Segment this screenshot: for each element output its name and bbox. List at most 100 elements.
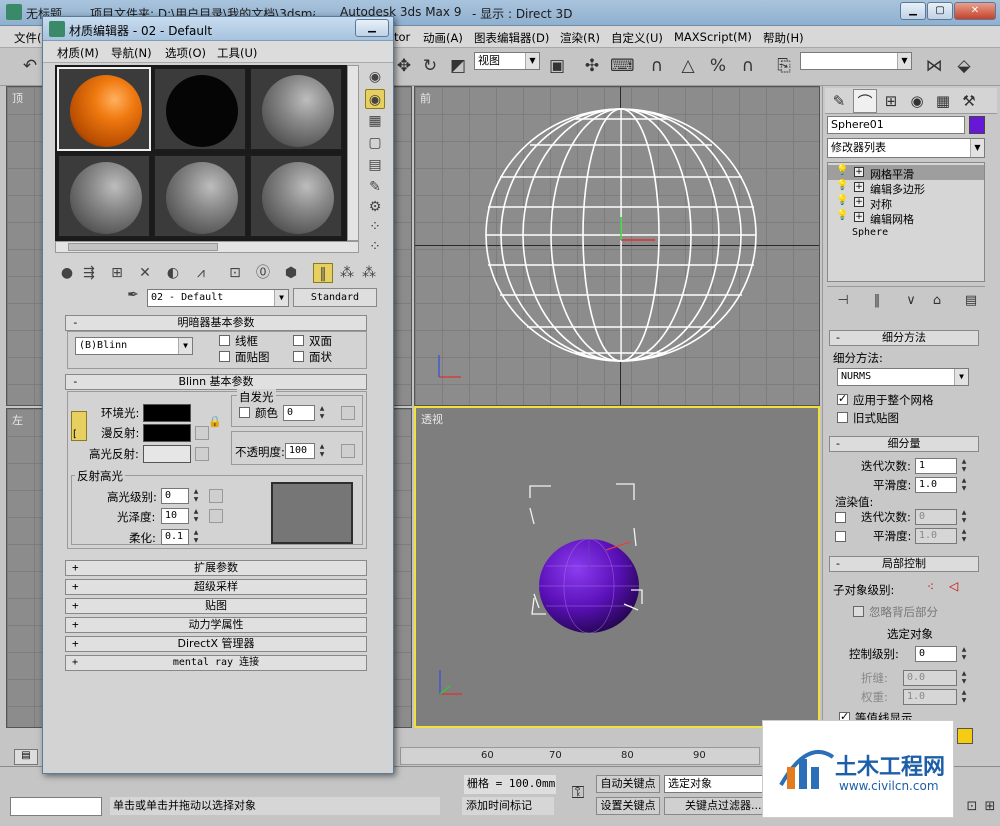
ambient-color-swatch[interactable] — [143, 404, 191, 422]
mated-menu-navigation[interactable]: 导航(N) — [111, 45, 152, 61]
keyframe-color-swatch[interactable] — [957, 728, 973, 744]
maximize-viewport-icon[interactable]: ⊞ — [978, 795, 1000, 819]
control-level-spinner[interactable]: 0 — [915, 646, 957, 662]
rollout-extended-params[interactable]: + 扩展参数 — [65, 560, 367, 576]
trackbar-toggle-icon[interactable]: ▤ — [14, 749, 38, 765]
render-smoothness-spinner-arrows[interactable]: ▲ ▼ — [959, 528, 969, 544]
make-unique-icon[interactable]: ∨ — [899, 289, 923, 313]
glossiness-spinner-arrows[interactable]: ▲ ▼ — [191, 508, 201, 524]
pivot-icon[interactable]: ▣ — [545, 54, 569, 78]
align-icon[interactable]: ⬙ — [952, 54, 976, 78]
lightbulb-icon[interactable]: 💡 — [836, 180, 848, 191]
add-time-tag-button[interactable]: 添加时间标记 — [462, 797, 554, 815]
self-illum-color-checkbox[interactable] — [239, 407, 250, 418]
pick-material-eyedropper-icon[interactable]: ✒ — [123, 285, 143, 305]
glossiness-spinner[interactable]: 10 — [161, 508, 189, 524]
put-to-scene-icon[interactable]: ⇶ — [79, 263, 99, 283]
mated-menu-utilities[interactable]: 工具(U) — [217, 45, 257, 61]
keyboard-shortcut-icon[interactable]: ⌨ — [610, 54, 635, 78]
menu-customize[interactable]: 自定义(U) — [611, 30, 663, 46]
mirror-icon[interactable]: ⋈ — [922, 54, 946, 78]
lightbulb-icon[interactable]: 💡 — [836, 165, 848, 176]
material-type-button[interactable]: Standard — [293, 288, 377, 307]
expand-icon[interactable]: + — [854, 182, 864, 192]
menu-help[interactable]: 帮助(H) — [763, 30, 804, 46]
rotate-icon[interactable]: ↻ — [418, 54, 442, 78]
sample-slot[interactable] — [57, 154, 151, 238]
expand-icon[interactable]: + — [854, 212, 864, 222]
spinner-snap-icon[interactable]: ∩ — [736, 54, 760, 78]
video-color-check-icon[interactable]: ▤ — [365, 155, 385, 175]
lock-icon[interactable]: 🔒 — [208, 415, 222, 428]
expand-icon[interactable]: + — [854, 167, 864, 177]
apply-whole-mesh-checkbox[interactable] — [837, 392, 848, 405]
edge-sublevel-icon[interactable]: ◁ — [949, 579, 958, 593]
specular-map-button[interactable] — [195, 447, 209, 461]
self-illum-spinner-arrows[interactable]: ▲ ▼ — [317, 405, 327, 421]
material-name-field[interactable]: 02 - Default ▼ — [147, 289, 289, 307]
rollout-maps[interactable]: + 贴图 — [65, 598, 367, 614]
modifier-list-dropdown[interactable]: 修改器列表 ▼ — [827, 138, 985, 158]
utilities-tab-icon[interactable]: ⚒ — [957, 89, 981, 113]
material-effects-channel-icon[interactable]: ⓪ — [253, 263, 273, 283]
key-selection-dropdown[interactable]: 选定对象 — [664, 775, 764, 793]
background-icon[interactable]: ▦ — [365, 111, 385, 131]
sample-slot[interactable] — [153, 67, 247, 151]
self-illum-spinner[interactable]: 0 — [283, 405, 315, 421]
motion-tab-icon[interactable]: ◉ — [905, 89, 929, 113]
menu-rendering[interactable]: 渲染(R) — [560, 30, 600, 46]
undo-icon[interactable]: ↶ — [18, 54, 42, 78]
key-mode-icon[interactable]: ⚿ — [566, 781, 590, 805]
percent-snap-icon[interactable]: % — [706, 54, 730, 78]
modifier-stack-row[interactable]: 💡 + 编辑网格 — [828, 210, 984, 226]
weight-spinner[interactable]: 1.0 — [903, 689, 957, 705]
weight-spinner-arrows[interactable]: ▲ ▼ — [959, 689, 969, 705]
smoothness-spinner[interactable]: 1.0 — [915, 477, 957, 493]
rollout-subdiv-amount[interactable]: - 细分量 — [829, 436, 979, 452]
options-icon[interactable]: ⚙ — [365, 197, 385, 217]
lightbulb-icon[interactable]: 💡 — [836, 195, 848, 206]
select-by-material-icon[interactable]: ⁘ — [365, 217, 385, 237]
modifier-stack-row[interactable]: 💡 + 对称 — [828, 195, 984, 211]
show-map-in-viewport-icon[interactable]: ⬢ — [281, 263, 301, 283]
specular-level-spinner-arrows[interactable]: ▲ ▼ — [191, 488, 201, 504]
smoothness-spinner-arrows[interactable]: ▲ ▼ — [959, 477, 969, 493]
sample-uv-tiling-icon[interactable]: ▢ — [365, 133, 385, 153]
sample-slot[interactable] — [57, 67, 151, 151]
put-to-library-icon[interactable]: ⊡ — [225, 263, 245, 283]
modifier-stack-row[interactable]: 💡 + 网格平滑 — [828, 165, 984, 181]
render-iterations-checkbox[interactable] — [835, 512, 846, 523]
go-to-parent-icon[interactable]: ⁂ — [337, 263, 357, 283]
rollout-subdiv-method[interactable]: - 细分方法 — [829, 330, 979, 346]
wire-checkbox[interactable] — [219, 335, 230, 346]
reset-map-icon[interactable]: ✕ — [135, 263, 155, 283]
opacity-spinner-arrows[interactable]: ▲ ▼ — [317, 443, 327, 459]
viewport-front[interactable]: 前 — [414, 86, 820, 406]
ignore-backfacing-checkbox[interactable] — [853, 606, 864, 617]
angle-snap-icon[interactable]: △ — [676, 54, 700, 78]
show-end-result-icon[interactable]: ‖ — [313, 263, 333, 283]
move-icon[interactable]: ✥ — [392, 54, 416, 78]
sample-slots-hscrollbar[interactable] — [55, 241, 359, 253]
viewport-perspective[interactable]: 透视 — [414, 406, 820, 728]
old-style-mapping-checkbox[interactable] — [837, 412, 848, 423]
vertex-sublevel-icon[interactable]: ⁖ — [927, 580, 934, 594]
render-iterations-spinner-arrows[interactable]: ▲ ▼ — [959, 509, 969, 525]
specular-level-spinner[interactable]: 0 — [161, 488, 189, 504]
create-tab-icon[interactable]: ✎ — [827, 89, 851, 113]
object-color-swatch[interactable] — [969, 116, 985, 134]
faceted-checkbox[interactable] — [293, 351, 304, 362]
sample-slot[interactable] — [153, 154, 247, 238]
menu-animation[interactable]: 动画(A) — [423, 30, 463, 46]
rollout-directx-manager[interactable]: + DirectX 管理器 — [65, 636, 367, 652]
sample-slots-vscrollbar[interactable] — [347, 65, 359, 241]
scale-icon[interactable]: ◩ — [446, 54, 470, 78]
configure-modifier-icon[interactable]: ▤ — [959, 289, 983, 313]
specular-level-map-button[interactable] — [209, 489, 223, 503]
render-smoothness-spinner[interactable]: 1.0 — [915, 528, 957, 544]
modifier-stack-row[interactable]: 💡 + 编辑多边形 — [828, 180, 984, 196]
shader-type-dropdown[interactable]: (B)Blinn ▼ — [75, 337, 193, 355]
face-map-checkbox[interactable] — [219, 351, 230, 362]
crease-spinner-arrows[interactable]: ▲ ▼ — [959, 670, 969, 686]
hscroll-thumb[interactable] — [68, 243, 218, 251]
